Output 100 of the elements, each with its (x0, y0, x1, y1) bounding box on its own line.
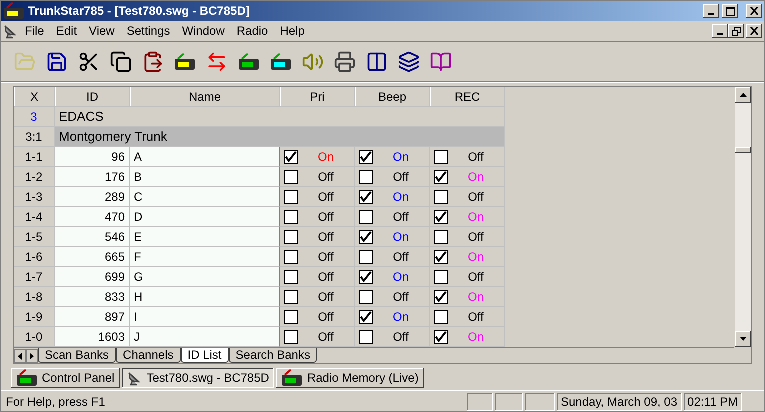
menu-item[interactable]: Settings (120, 22, 176, 40)
group-row[interactable]: Montgomery Trunk (55, 127, 505, 147)
checkbox[interactable] (434, 150, 448, 164)
checkbox[interactable] (284, 230, 298, 244)
checkbox[interactable] (359, 270, 373, 284)
checkbox[interactable] (434, 210, 448, 224)
restore-button[interactable] (728, 24, 744, 38)
clipboard-icon (142, 50, 164, 72)
checkbox[interactable] (434, 170, 448, 184)
checkbox[interactable] (434, 230, 448, 244)
row-header: 1-8 (14, 287, 55, 307)
scroll-left-button[interactable] (14, 349, 26, 363)
scroll-down-button[interactable] (735, 331, 751, 347)
flag-state: Off (392, 248, 410, 266)
row-header: 1-4 (14, 207, 55, 227)
checkbox[interactable] (359, 290, 373, 304)
satellite-dish-icon (3, 23, 19, 39)
restore-icon (732, 26, 740, 36)
checkbox[interactable] (434, 310, 448, 324)
checkbox[interactable] (284, 150, 298, 164)
close-button[interactable] (746, 4, 762, 18)
check-icon (360, 230, 372, 242)
scissors-icon (78, 50, 100, 72)
row-header: 1-9 (14, 307, 55, 327)
flag-state: Off (317, 268, 335, 286)
flag-state: Off (467, 188, 485, 206)
flag-state: Off (392, 288, 410, 306)
checkbox[interactable] (434, 190, 448, 204)
menu-item[interactable]: Help (274, 22, 311, 40)
flag-state: Off (392, 328, 410, 346)
menu-item[interactable]: Edit (50, 22, 84, 40)
window-tab[interactable]: Test780.swg - BC785D (122, 368, 274, 388)
window-tab[interactable]: Radio Memory (Live) (276, 368, 424, 388)
checkbox[interactable] (359, 210, 373, 224)
table-cell: 546 (55, 227, 130, 247)
checkbox[interactable] (434, 250, 448, 264)
maximize-button[interactable] (722, 4, 738, 18)
sheet-tab[interactable]: Channels (116, 348, 181, 363)
scroll-up-button[interactable] (735, 87, 751, 103)
checkbox[interactable] (434, 270, 448, 284)
minimize-button[interactable] (703, 4, 719, 18)
flag-state: Off (467, 228, 485, 246)
menu-item[interactable]: File (19, 22, 50, 40)
sheet-tab[interactable]: ID List (180, 348, 229, 363)
row-header: 1-6 (14, 247, 55, 267)
checkbox[interactable] (284, 170, 298, 184)
checkbox[interactable] (359, 330, 373, 344)
checkbox[interactable] (434, 330, 448, 344)
row-header: 3 (14, 107, 55, 127)
table-cell: F (130, 247, 280, 267)
menu-item[interactable]: Radio (230, 22, 274, 40)
sheet-tab[interactable]: Search Banks (228, 348, 318, 363)
checkbox[interactable] (284, 210, 298, 224)
menu-item[interactable]: Window (176, 22, 231, 40)
table-cell: 1603 (55, 327, 130, 347)
checkbox[interactable] (359, 310, 373, 324)
flag-state: Off (317, 248, 335, 266)
table-cell: B (130, 167, 280, 187)
table-cell: J (130, 327, 280, 347)
table-cell: 470 (55, 207, 130, 227)
flag-state: Off (317, 168, 335, 186)
group-row[interactable]: EDACS (55, 107, 505, 127)
flag-state: On (392, 148, 410, 166)
flag-state: Off (467, 308, 485, 326)
flag-state: On (316, 148, 335, 166)
status-text: For Help, press F1 (5, 394, 106, 410)
flag-state: On (392, 268, 410, 286)
checkbox[interactable] (359, 150, 373, 164)
flag-state: On (392, 228, 410, 246)
table-cell: 289 (55, 187, 130, 207)
scroll-right-button[interactable] (26, 349, 38, 363)
up-arrow-icon (740, 93, 746, 97)
checkbox[interactable] (284, 250, 298, 264)
flag-state: On (466, 328, 485, 346)
checkbox[interactable] (434, 290, 448, 304)
flag-state: On (466, 288, 485, 306)
row-header: 1-2 (14, 167, 55, 187)
checkbox[interactable] (359, 250, 373, 264)
table-cell: A (130, 147, 280, 167)
sheet-tab[interactable]: Scan Banks (38, 348, 116, 363)
close-icon (750, 7, 758, 15)
table-cell: G (130, 267, 280, 287)
copy-icon (110, 50, 132, 72)
window-tab[interactable]: Control Panel (11, 368, 120, 388)
checkbox[interactable] (284, 190, 298, 204)
checkbox[interactable] (359, 190, 373, 204)
checkbox[interactable] (359, 170, 373, 184)
table-cell: E (130, 227, 280, 247)
checkbox[interactable] (284, 310, 298, 324)
checkbox[interactable] (359, 230, 373, 244)
flag-state: Off (392, 168, 410, 186)
scroll-thumb[interactable] (735, 147, 751, 153)
checkbox[interactable] (284, 290, 298, 304)
minimize-button[interactable] (712, 24, 728, 38)
checkbox[interactable] (284, 330, 298, 344)
menu-item[interactable]: View (83, 22, 121, 40)
checkbox[interactable] (284, 270, 298, 284)
close-button[interactable] (746, 24, 762, 38)
maximize-icon (726, 6, 734, 16)
radio-icon (174, 52, 196, 70)
